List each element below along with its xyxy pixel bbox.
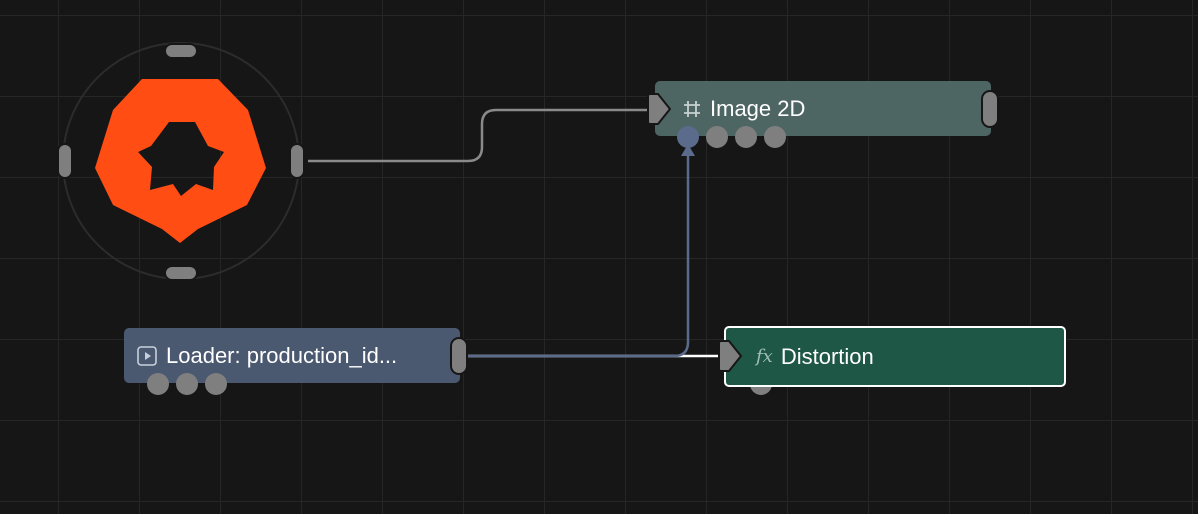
image2d-param-dot-4[interactable] xyxy=(764,126,786,148)
image2d-param-dot-2[interactable] xyxy=(706,126,728,148)
distortion-title: Distortion xyxy=(780,343,874,369)
bad-logo-icon[interactable] xyxy=(95,79,266,243)
connection-wires xyxy=(62,42,722,358)
play-square-icon xyxy=(136,345,158,367)
fx-icon: fx xyxy=(756,346,773,367)
loader-param-dot-3[interactable] xyxy=(205,373,227,395)
distortion-input-port[interactable] xyxy=(717,339,743,373)
loader-node[interactable]: Loader: production_id... xyxy=(124,328,460,383)
image2d-node[interactable]: Image 2D xyxy=(655,81,991,136)
image2d-param-dot-1[interactable] xyxy=(677,126,699,148)
loader-title: Loader: production_id... xyxy=(166,342,398,368)
distortion-node[interactable]: fx Distortion xyxy=(724,326,1066,387)
logo-handle-bottom[interactable] xyxy=(164,265,198,281)
wire-logo-to-image2d[interactable] xyxy=(308,108,652,163)
wire-loader-to-image2d-param[interactable] xyxy=(466,152,690,358)
logo-output-port[interactable] xyxy=(289,143,305,179)
logo-handle-top[interactable] xyxy=(164,43,198,59)
node-graph-canvas[interactable]: Image 2D Loader: production_id... fx Dis… xyxy=(0,0,1198,514)
image2d-param-dot-3[interactable] xyxy=(735,126,757,148)
logo-handle-left[interactable] xyxy=(57,143,73,179)
loader-param-dot-2[interactable] xyxy=(176,373,198,395)
image2d-input-port[interactable] xyxy=(646,92,672,126)
image2d-output-port[interactable] xyxy=(981,90,999,128)
frame-hash-icon xyxy=(682,99,702,119)
image2d-title: Image 2D xyxy=(710,95,806,121)
loader-output-port[interactable] xyxy=(450,337,468,375)
loader-param-dot-1[interactable] xyxy=(147,373,169,395)
